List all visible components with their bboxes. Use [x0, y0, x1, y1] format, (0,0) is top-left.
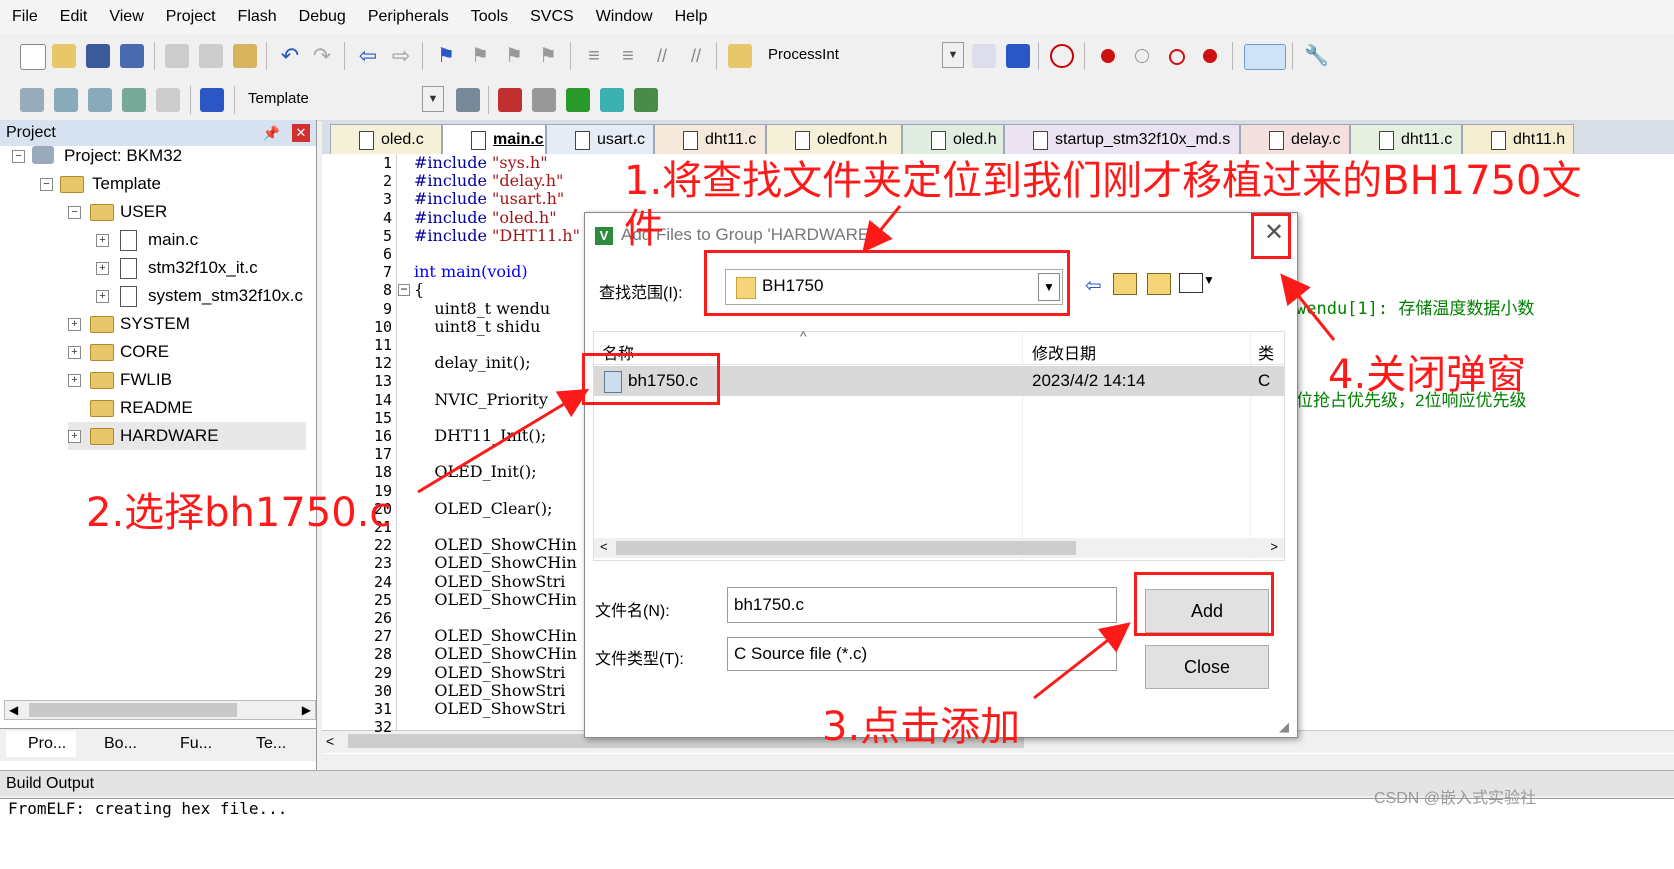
annotation-arrows [417, 205, 1336, 700]
arrow-step2 [417, 388, 590, 494]
build-output-text[interactable]: FromELF: creating hex file... [0, 798, 1674, 869]
arrow-step1 [862, 205, 902, 253]
arrow-step4 [1280, 273, 1336, 341]
arrow-step3 [1033, 622, 1131, 700]
watermark: CSDN @嵌入式实验社 [1374, 790, 1537, 807]
